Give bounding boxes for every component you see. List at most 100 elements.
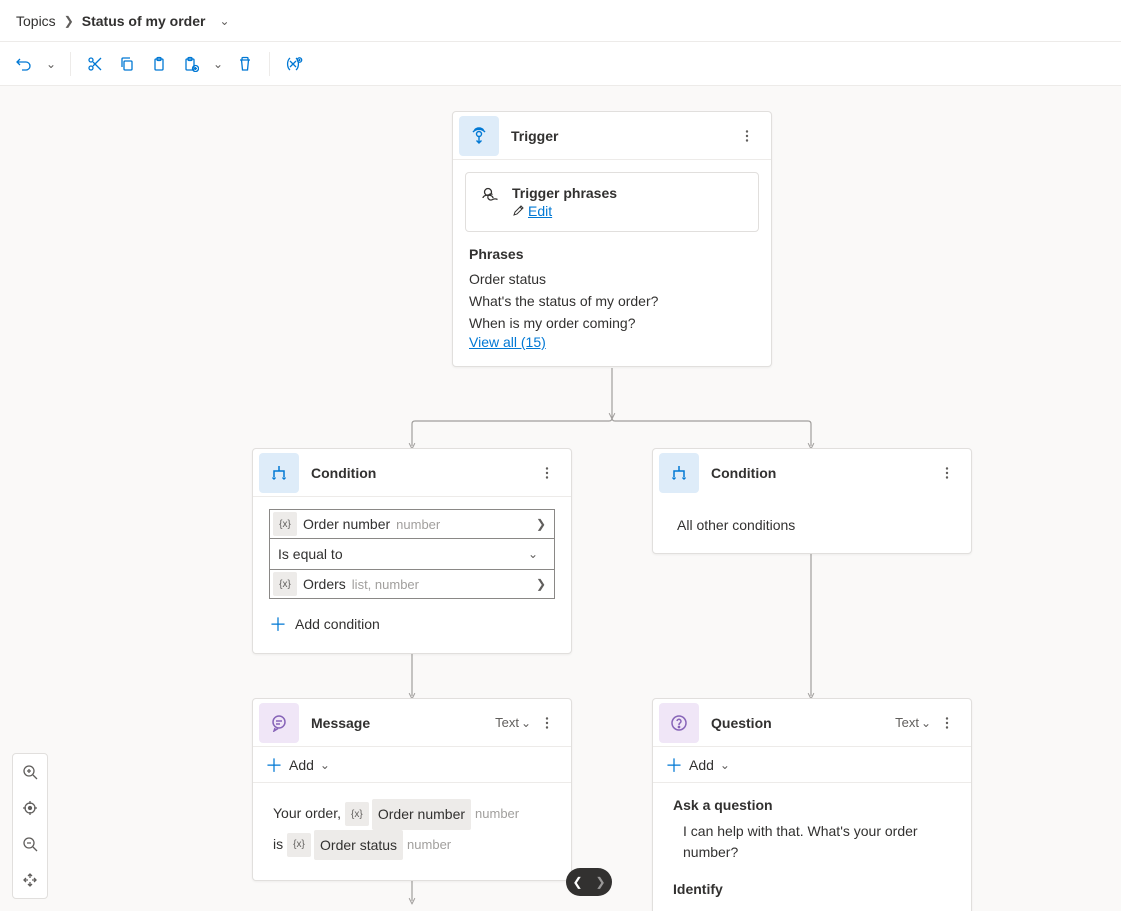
variable-name: Order number [303,516,396,532]
nav-prev-button[interactable]: ❮ [568,875,586,889]
condition-title: Condition [311,465,535,481]
message-text: is [273,836,283,852]
add-label: Add [289,757,314,773]
zoom-in-button[interactable] [13,754,47,790]
breadcrumb-current[interactable]: Status of my order [82,13,206,29]
more-vertical-icon [740,129,754,143]
cut-button[interactable] [81,50,109,78]
branch-icon [659,453,699,493]
text-type-selector[interactable]: Text ⌄ [895,715,931,730]
variable-picker-2[interactable]: {x} Orders list, number ❯ [269,569,555,599]
more-button[interactable] [735,124,759,148]
variables-button[interactable] [280,50,308,78]
operator-select[interactable]: Is equal to ⌄ [269,539,555,569]
phrases-heading: Phrases [469,246,755,262]
variable-picker-1[interactable]: {x} Order number number ❯ [269,509,555,539]
chevron-down-icon: ⌄ [720,758,730,772]
ask-question-label: Ask a question [673,797,951,813]
copy-icon [119,56,135,72]
inline-variable[interactable]: {x} Order number number [345,799,519,830]
undo-more-button[interactable]: ⌄ [42,50,60,78]
flow-canvas[interactable]: Trigger Trigger phrases Edit Phrases Ord… [0,86,1121,911]
plus-icon: ＋ [265,752,283,778]
question-text[interactable]: I can help with that. What's your order … [683,821,951,863]
add-condition-label: Add condition [295,616,380,632]
paste-options-button[interactable] [177,50,205,78]
zoom-out-icon [22,836,38,852]
branch-icon [259,453,299,493]
breadcrumb-bar: Topics ❯ Status of my order ⌄ [0,0,1121,42]
variable-type: list, number [352,577,419,592]
more-button[interactable] [935,711,959,735]
add-label: Add [689,757,714,773]
toolbar: ⌄ ⌄ [0,42,1121,86]
zoom-out-button[interactable] [13,826,47,862]
phrase-item: When is my order coming? [469,312,755,334]
paste-button[interactable] [145,50,173,78]
trigger-title: Trigger [511,128,735,144]
message-card: Message Text ⌄ ＋ Add ⌄ Your order, {x} O… [252,698,572,881]
more-button[interactable] [935,461,959,485]
message-icon [259,703,299,743]
variable-name: Orders [303,576,352,592]
message-title: Message [311,715,495,731]
more-vertical-icon [940,466,954,480]
variable-icon: {x} [345,802,369,826]
question-icon [659,703,699,743]
variables-icon [285,56,303,72]
condition-other-card: Condition All other conditions [652,448,972,554]
delete-button[interactable] [231,50,259,78]
nav-pill: ❮ ❯ [566,868,612,896]
more-vertical-icon [540,466,554,480]
add-condition-button[interactable]: ＋ Add condition [269,611,555,637]
more-vertical-icon [540,716,554,730]
paste-more-button[interactable]: ⌄ [209,50,227,78]
identify-label: Identify [673,881,951,897]
question-title: Question [711,715,895,731]
scissors-icon [87,56,103,72]
variable-type: number [403,833,451,858]
trigger-phrases-subcard[interactable]: Trigger phrases Edit [465,172,759,232]
phrase-item: What's the status of my order? [469,290,755,312]
more-vertical-icon [940,716,954,730]
more-button[interactable] [535,461,559,485]
message-text: Your order, [273,805,341,821]
more-button[interactable] [535,711,559,735]
all-other-conditions: All other conditions [653,497,971,553]
chevron-down-icon[interactable]: ⌄ [219,14,229,28]
trigger-icon [459,116,499,156]
inline-variable[interactable]: {x} Order status number [287,830,451,861]
add-variation-button[interactable]: ＋ Add ⌄ [253,747,571,783]
nav-next-button[interactable]: ❯ [591,875,609,889]
breadcrumb-root[interactable]: Topics [16,13,56,29]
text-type-selector[interactable]: Text ⌄ [495,715,531,730]
expand-icon [22,872,38,888]
zoom-reset-button[interactable] [13,862,47,898]
separator [70,52,71,76]
variable-icon: {x} [273,512,297,536]
undo-button[interactable] [10,50,38,78]
condition-card: Condition {x} Order number number ❯ Is e… [252,448,572,654]
zoom-fit-button[interactable] [13,790,47,826]
variable-icon: {x} [273,572,297,596]
chevron-down-icon: ⌄ [921,716,931,730]
chevron-down-icon: ⌄ [320,758,330,772]
phrase-item: Order status [469,268,755,290]
target-icon [22,800,38,816]
pencil-icon [512,205,524,217]
phrases-icon [480,185,500,208]
plus-icon: ＋ [665,752,683,778]
clipboard-plus-icon [183,56,199,72]
zoom-in-icon [22,764,38,780]
chevron-down-icon: ⌄ [213,57,223,71]
undo-icon [16,56,32,72]
edit-link[interactable]: Edit [528,203,552,219]
message-body[interactable]: Your order, {x} Order number number is {… [253,783,571,880]
clipboard-icon [151,56,167,72]
copy-button[interactable] [113,50,141,78]
trash-icon [237,56,253,72]
trigger-card: Trigger Trigger phrases Edit Phrases Ord… [452,111,772,367]
view-all-link[interactable]: View all (15) [469,334,546,350]
add-variation-button[interactable]: ＋ Add ⌄ [653,747,971,783]
trigger-phrases-label: Trigger phrases [512,185,617,201]
